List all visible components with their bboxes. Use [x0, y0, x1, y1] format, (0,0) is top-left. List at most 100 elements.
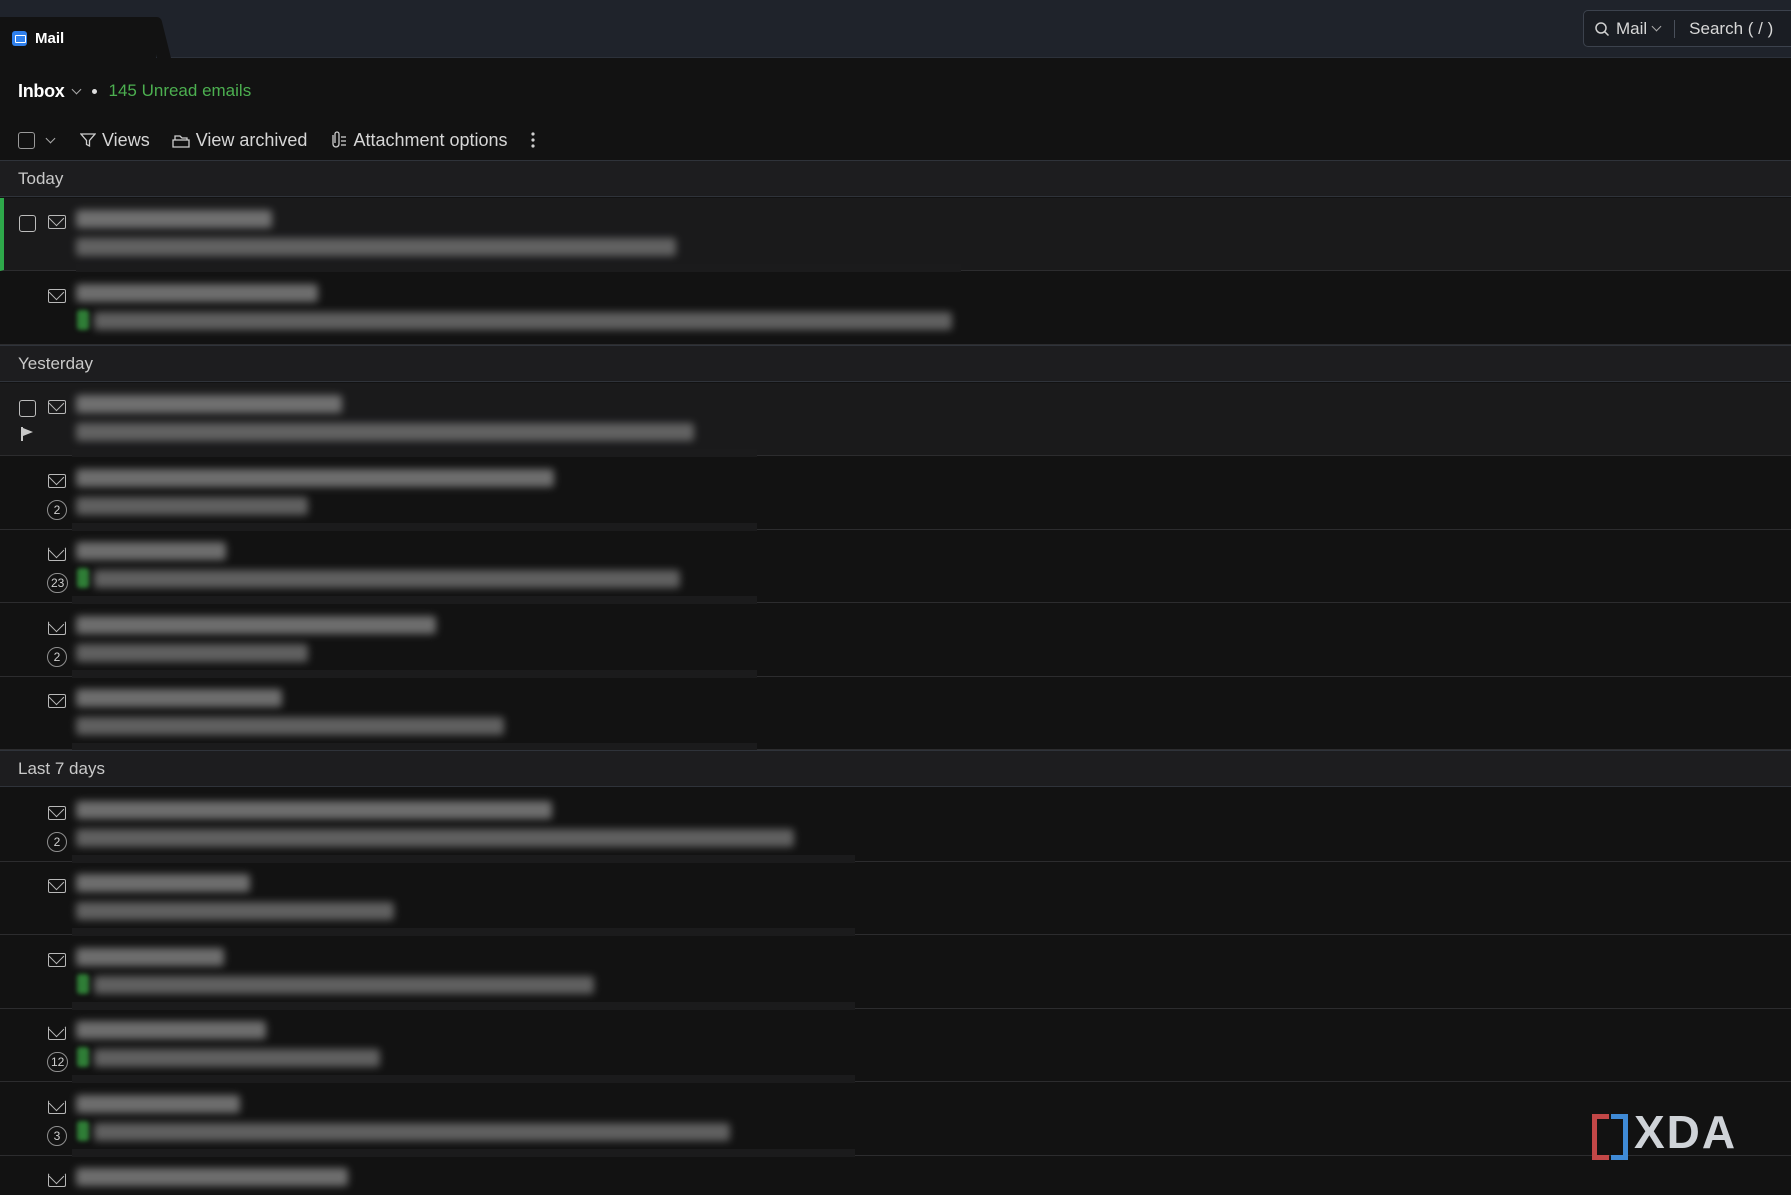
sender-redacted [76, 469, 554, 487]
tab-label: Mail [35, 29, 65, 47]
subject-redacted [76, 717, 504, 735]
sender-redacted [76, 1095, 240, 1113]
preview-shade [72, 449, 757, 457]
envelope-icon [48, 694, 66, 708]
category-tag [77, 1047, 89, 1067]
xda-watermark: XDA [1592, 1105, 1737, 1160]
group-label: Yesterday [18, 353, 93, 373]
sender-redacted [76, 1021, 266, 1039]
subject-redacted [76, 238, 676, 256]
group-today: Today [0, 160, 1791, 197]
views-button[interactable]: Views [80, 130, 150, 151]
thread-count-badge: 2 [47, 832, 67, 852]
envelope-icon [48, 879, 66, 893]
thread-count-badge: 12 [47, 1052, 69, 1072]
inbox-header: Inbox 145 Unread emails [18, 78, 251, 104]
sender-redacted [76, 616, 436, 634]
view-archived-button[interactable]: View archived [172, 129, 308, 151]
unread-count: 145 Unread emails [108, 81, 252, 100]
mail-app-icon [12, 30, 27, 46]
envelope-icon [48, 289, 66, 303]
search-scope[interactable]: Mail [1616, 19, 1647, 39]
envelope-icon [48, 215, 66, 229]
tab-mail[interactable]: Mail [0, 17, 156, 59]
category-tag [77, 1121, 89, 1141]
email-row[interactable]: 12 [0, 1009, 1791, 1083]
sender-redacted [76, 1168, 348, 1186]
category-tag [77, 974, 89, 994]
folder-title[interactable]: Inbox [18, 81, 65, 102]
envelope-open-icon [48, 1026, 66, 1040]
preview-shade [72, 596, 757, 604]
envelope-icon [48, 953, 66, 967]
select-all-checkbox[interactable] [18, 131, 35, 149]
sender-redacted [76, 801, 552, 819]
subject-redacted [94, 312, 952, 330]
envelope-icon [48, 806, 66, 820]
subject-redacted [94, 570, 680, 588]
envelope-open-icon [48, 1173, 66, 1187]
subject-redacted [76, 423, 694, 441]
email-row[interactable] [0, 272, 1791, 345]
envelope-open-icon [48, 1100, 66, 1114]
attachment-options-label: Attachment options [353, 129, 508, 150]
attachment-options-button[interactable]: Attachment options [329, 129, 508, 151]
flag-icon[interactable] [21, 427, 33, 441]
search-input[interactable]: Search ( / ) [1689, 19, 1773, 39]
archive-icon [172, 135, 190, 148]
envelope-open-icon [48, 547, 66, 561]
group-yesterday: Yesterday [0, 345, 1791, 382]
subject-redacted [76, 497, 308, 515]
row-checkbox[interactable] [19, 215, 36, 232]
category-tag [77, 568, 89, 588]
subject-redacted [94, 1123, 730, 1141]
view-archived-label: View archived [195, 129, 308, 150]
subject-redacted [94, 976, 594, 994]
email-row[interactable]: 2 [0, 789, 1791, 863]
sender-redacted [76, 948, 224, 966]
chevron-down-icon[interactable] [1651, 21, 1662, 32]
thread-count-badge: 3 [47, 1126, 67, 1146]
envelope-open-icon [48, 621, 66, 635]
search-box[interactable]: Mail Search ( / ) [1583, 10, 1791, 47]
sender-redacted [76, 284, 318, 302]
sender-redacted [76, 689, 282, 707]
email-row[interactable] [0, 862, 1791, 936]
subject-redacted [76, 829, 794, 847]
envelope-icon [48, 400, 66, 414]
email-row[interactable] [0, 383, 1791, 457]
sender-redacted [76, 874, 250, 892]
email-row[interactable]: 23 [0, 530, 1791, 604]
subject-redacted [76, 902, 394, 920]
preview-shade [76, 264, 961, 272]
attachment-icon [332, 131, 347, 148]
xda-logo-icon [1592, 1112, 1628, 1160]
category-tag [77, 310, 89, 330]
sender-redacted [76, 542, 226, 560]
email-row[interactable] [0, 198, 1791, 272]
group-last-7-days: Last 7 days [0, 750, 1791, 787]
group-label: Last 7 days [18, 758, 105, 778]
chevron-down-icon[interactable] [71, 84, 81, 94]
email-row[interactable] [0, 677, 1791, 751]
email-row[interactable] [0, 1156, 1791, 1195]
thread-count-badge: 2 [47, 647, 67, 667]
top-bar: Mail Mail Search ( / ) [0, 0, 1791, 59]
row-checkbox[interactable] [19, 400, 36, 417]
search-separator [1674, 19, 1676, 38]
more-options-icon[interactable] [530, 131, 536, 149]
sender-redacted [76, 395, 342, 413]
search-icon [1595, 21, 1610, 36]
sender-redacted [76, 210, 272, 228]
email-row[interactable]: 2 [0, 604, 1791, 678]
preview-shade [72, 928, 855, 936]
email-row[interactable] [0, 936, 1791, 1010]
envelope-icon [48, 474, 66, 488]
email-row[interactable]: 3 [0, 1083, 1791, 1157]
email-row[interactable]: 2 [0, 457, 1791, 531]
group-label: Today [18, 168, 64, 188]
thread-count-badge: 23 [47, 573, 69, 593]
thread-count-badge: 2 [47, 500, 67, 520]
chevron-down-icon[interactable] [45, 133, 56, 143]
subject-redacted [76, 644, 308, 662]
